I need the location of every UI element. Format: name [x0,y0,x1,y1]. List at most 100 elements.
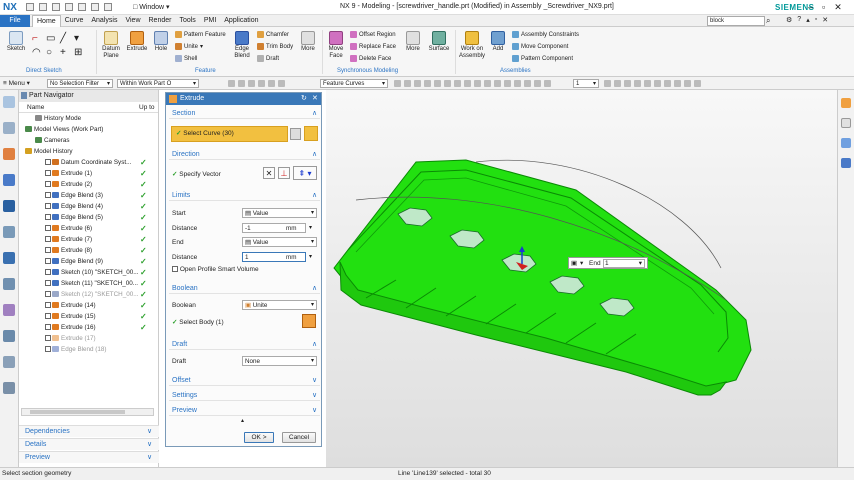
cube-icon[interactable] [841,158,851,168]
navigator-row[interactable]: Edge Blend (5) ✓ [19,212,158,223]
chevron-down-icon[interactable]: ▾ [309,253,312,260]
gear-icon[interactable]: ⚙ [786,16,792,24]
manufacturing-wizards-icon[interactable] [3,382,15,394]
restore-icon[interactable]: ▫ [822,2,825,13]
navigator-row[interactable]: Extrude (15) ✓ [19,311,158,322]
snap-icon[interactable] [534,80,541,87]
model-view[interactable] [326,90,837,467]
replace-face-button[interactable]: Replace Face [350,43,396,50]
system-scenes-icon[interactable] [3,356,15,368]
snap-icon[interactable] [414,80,421,87]
view-icon[interactable] [664,80,671,87]
selection-filter-dropdown[interactable]: No Selection Filter ▾ [47,79,113,88]
preview-section[interactable]: Preview ∨ [19,451,159,463]
feature-checkbox[interactable] [45,192,51,199]
navigator-row[interactable]: Model History [19,146,158,157]
arc-icon[interactable]: ◠ [32,47,41,58]
profile-icon[interactable]: ⌐ [32,33,38,44]
navigator-row[interactable]: Extrude (1) ✓ [19,168,158,179]
feature-checkbox[interactable] [45,302,51,309]
navigator-row[interactable]: Datum Coordinate Syst... ✓ [19,157,158,168]
feature-checkbox[interactable] [45,346,51,353]
sync-more-button[interactable]: More [403,31,423,53]
navigator-row[interactable]: Extrude (17) [19,333,158,344]
snap-icon[interactable] [514,80,521,87]
view-icon[interactable] [604,80,611,87]
pattern-component-button[interactable]: Pattern Component [512,55,573,62]
curve-rule-dropdown[interactable]: Feature Curves ▾ [320,79,388,88]
column-up-to[interactable]: Up to [139,102,155,113]
feature-checkbox[interactable] [45,335,51,342]
system-materials-icon[interactable] [3,278,15,290]
save-icon[interactable] [26,3,34,11]
draft-button[interactable]: Draft [257,55,279,62]
navigator-row[interactable]: Sketch (10) "SKETCH_00... ✓ [19,267,158,278]
ribbon-restore-icon[interactable]: ▫ [815,16,817,24]
snap-icon[interactable] [454,80,461,87]
hole-button[interactable]: Hole [150,31,172,53]
feature-checkbox[interactable] [45,280,51,287]
limits-group-header[interactable]: Limits ∧ [169,190,320,201]
move-face-button[interactable]: Move Face [325,31,347,60]
navigator-row[interactable]: Edge Blend (3) ✓ [19,190,158,201]
draft-dropdown[interactable]: None ▾ [242,356,317,366]
command-search-input[interactable]: block [707,16,765,26]
circle-icon[interactable]: ○ [46,47,52,58]
navigator-row[interactable]: Sketch (11) "SKETCH_00... ✓ [19,278,158,289]
curve-icon[interactable] [304,126,318,141]
ribbon-close-icon[interactable]: ✕ [822,16,828,24]
snap-icon[interactable] [504,80,511,87]
end-value-input[interactable]: 1 ▾ [603,259,645,268]
search-icon[interactable]: ⌕ [766,16,770,26]
end-type-dropdown[interactable]: ▤ Value ▾ [242,237,317,247]
expand-dialog-icon[interactable]: ▴ [241,417,244,424]
help-icon[interactable]: ? [797,16,801,24]
extrude-button[interactable]: Extrude [125,31,149,53]
rectangle-icon[interactable]: ▭ [46,33,55,44]
paste-icon[interactable] [91,3,99,11]
offset-curve-icon[interactable]: ⊞ [74,47,82,58]
snap-icon[interactable] [228,80,235,87]
part-navigator-icon[interactable] [3,96,15,108]
feature-checkbox[interactable] [45,170,51,177]
selection-scope-dropdown[interactable]: Within Work Part O ▾ [117,79,199,88]
delete-face-button[interactable]: Delete Face [350,55,391,62]
copy-icon[interactable] [78,3,86,11]
point-icon[interactable]: + [60,47,66,58]
cancel-button[interactable]: Cancel [282,432,316,443]
view-icon[interactable] [694,80,701,87]
snap-icon[interactable] [494,80,501,87]
handle-body[interactable] [333,159,752,389]
direction-group-header[interactable]: Direction ∧ [169,149,320,160]
trim-body-button[interactable]: Trim Body [257,43,293,50]
constraint-navigator-icon[interactable] [3,148,15,160]
snap-icon[interactable] [394,80,401,87]
offset-group-header[interactable]: Offset ∨ [169,375,320,386]
cube-icon[interactable] [841,138,851,148]
select-curve-field[interactable]: ✓ Select Curve (30) [171,126,288,142]
navigator-row[interactable]: Edge Blend (9) ✓ [19,256,158,267]
snap-icon[interactable] [248,80,255,87]
close-icon[interactable]: ✕ [834,2,842,13]
reset-icon[interactable]: ↻ [301,93,307,105]
ok-button[interactable]: OK > [244,432,274,443]
close-icon[interactable]: ✕ [312,93,318,105]
reuse-library-icon[interactable] [3,174,15,186]
navigator-row[interactable]: Edge Blend (4) ✓ [19,201,158,212]
web-browser-icon[interactable] [3,226,15,238]
sketch-section-icon[interactable] [290,128,301,140]
feature-more-button[interactable]: More [298,31,318,53]
navigator-row[interactable]: Extrude (14) ✓ [19,300,158,311]
start-distance-input[interactable]: -1 mm [242,223,306,233]
chevron-down-icon[interactable]: ▾ [309,224,312,231]
snap-icon[interactable] [268,80,275,87]
navigator-row[interactable]: Model Views (Work Part) [19,124,158,135]
file-tab[interactable]: File [0,15,30,27]
undo-icon[interactable] [39,3,47,11]
section-group-header[interactable]: Section ∧ [169,108,320,119]
select-body-icon[interactable] [302,314,316,328]
add-component-button[interactable]: Add [489,31,507,53]
graphics-window[interactable]: ▣ ▾ End 1 ▾ [326,90,837,467]
feature-checkbox[interactable] [45,236,51,243]
navigator-row[interactable]: Edge Blend (18) [19,344,158,355]
